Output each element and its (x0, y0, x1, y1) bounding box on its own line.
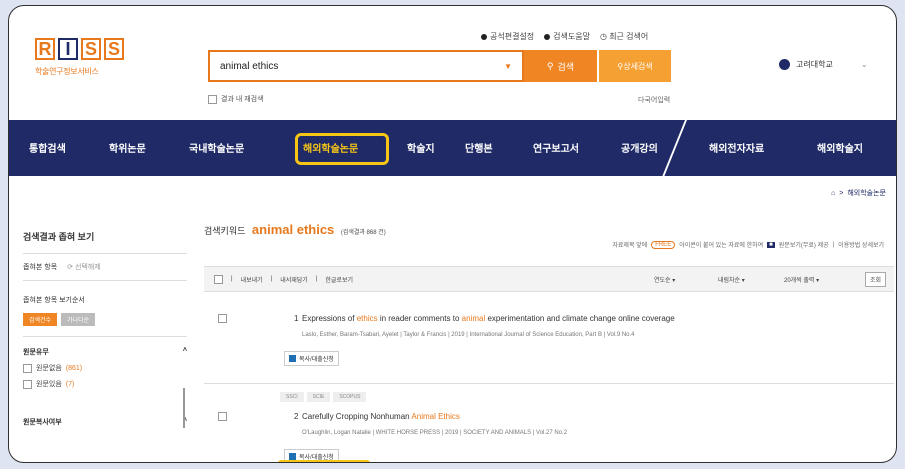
breadcrumb-current[interactable]: 해외학술논문 (847, 188, 886, 198)
nav-divider (661, 120, 687, 178)
apply-button[interactable]: 조회 (864, 272, 886, 287)
nav-item[interactable]: 통합검색 (29, 140, 66, 155)
keyword-term: animal ethics (251, 222, 335, 237)
top-link[interactable]: 공석편결설정 (481, 31, 534, 42)
reset-button[interactable]: ⟳ 선택해제 (67, 262, 101, 272)
nav-item[interactable]: 국내학술논문 (189, 140, 244, 155)
request-icon (289, 453, 296, 460)
screenshot-frame: R I S S 학술연구정보서비스 공석편결설정 검색도움말 ◷ 최근 검색어 … (8, 5, 897, 463)
result-in-checkbox[interactable] (208, 94, 217, 104)
results-toolbar: | 내보내기 | 내서재담기 | 한글로보기 연도순 ▾ 내림차순 ▾ 20개씩… (204, 266, 894, 292)
facet-scrollbar[interactable] (183, 388, 185, 428)
result-count: (검색결과 868 건) (340, 230, 386, 236)
page-size-select[interactable]: 20개씩 출력 ▾ (784, 275, 819, 284)
search-input[interactable]: animal ethics ▼ (208, 50, 524, 82)
keyword-line: 검색키워드 animal ethics (검색결과 868 건) (204, 222, 386, 237)
select-all-checkbox[interactable] (214, 274, 223, 284)
korean-view-button[interactable]: 한글로보기 (325, 275, 353, 284)
facet-option[interactable]: 원문있음 (7) (23, 379, 187, 389)
facet-checkbox[interactable] (23, 363, 32, 373)
highlight-box (295, 133, 389, 165)
nav-item[interactable]: 연구보고서 (533, 140, 579, 155)
help-icon (544, 34, 551, 40)
sidebar: 검색결과 좁혀 보기 좁혀본 항목 ⟳ 선택해제 좁혀본 항목 보기순서 검색건… (23, 218, 187, 428)
sort-select[interactable]: 연도순 ▾ (654, 275, 675, 284)
breadcrumb-separator-icon: > (839, 189, 844, 197)
result-meta: O'Laughlin, Logan Natalie | WHITE HORSE … (302, 430, 568, 436)
logo-letter: R (35, 38, 55, 60)
order-option[interactable]: 가나다순 (61, 313, 96, 326)
index-tags: SSCI SCIE SCOPUS (280, 392, 367, 402)
order-option-active[interactable]: 검색건수 (23, 313, 58, 326)
result-title[interactable]: Expressions of ethics in reader comments… (302, 314, 675, 323)
user-menu[interactable]: 고려대학교 ⌄ (779, 59, 868, 70)
facet-fulltext: 원문유무 ˄ 원문없음 (861) 원문있음 (7) (23, 347, 187, 389)
result-checkbox[interactable] (218, 412, 227, 421)
result-meta: Laslo, Esther, Baram-Tsabari, Ayelet | T… (302, 332, 635, 338)
notice-line: 자료제목 앞에 FREE 아이콘이 붙어 있는 자료에 한하여 ■ 원문보기(무… (612, 240, 884, 249)
highlight-box (278, 460, 370, 462)
settings-icon (481, 34, 487, 40)
order-label: 좁혀본 항목 보기순서 (23, 297, 85, 304)
result-in-search[interactable]: 결과 내 재검색 (208, 94, 264, 104)
chevron-down-icon: ⌄ (860, 60, 868, 69)
copy-request-button[interactable]: 복사/대출신청 (284, 351, 339, 366)
nav-item[interactable]: 학술지 (407, 140, 435, 155)
riss-logo[interactable]: R I S S 학술연구정보서비스 (35, 38, 135, 77)
home-icon[interactable]: ⌂ (831, 190, 835, 197)
search-value: animal ethics (220, 60, 279, 72)
logo-subtitle: 학술연구정보서비스 (35, 67, 99, 76)
search-button[interactable]: ⚲ 검색 (524, 50, 597, 82)
guide-link[interactable]: 이용방법 상세보기 (838, 240, 884, 249)
user-icon (779, 59, 790, 70)
detail-search-button[interactable]: ⚲ 상세검색 (599, 50, 671, 82)
request-icon (289, 355, 296, 362)
clock-icon: ◷ (599, 32, 610, 41)
top-link[interactable]: ◷ 최근 검색어 (600, 31, 648, 42)
main-nav: 통합검색 학위논문 국내학술논문 해외학술논문 학술지 단행본 연구보고서 공개… (9, 120, 896, 178)
breadcrumb: ⌂ > 해외학술논문 (831, 188, 886, 198)
nav-item[interactable]: 공개강의 (621, 140, 658, 155)
tag: SCOPUS (333, 392, 367, 402)
order-select[interactable]: 내림차순 ▾ (718, 275, 745, 284)
search-icon: ⚲ (546, 60, 554, 71)
open-icon: ■ (767, 241, 775, 248)
divider (204, 383, 894, 384)
result-number: 1 (294, 314, 299, 323)
collapse-icon: ˄ (182, 347, 187, 354)
dropdown-arrow-icon[interactable]: ▼ (504, 62, 512, 71)
top-links: 공석편결설정 검색도움말 ◷ 최근 검색어 (481, 31, 648, 42)
logo-letter: S (104, 38, 124, 60)
narrow-row: 좁혀본 항목 ⟳ 선택해제 (23, 254, 187, 281)
nav-item[interactable]: 해외전자자료 (709, 140, 764, 155)
order-options: 검색건수 가나다순 (23, 313, 187, 337)
nav-item[interactable]: 해외학술지 (817, 140, 863, 155)
result-number: 2 (294, 412, 299, 421)
facet-header[interactable]: 원문복사여부˄ (23, 417, 187, 427)
top-link[interactable]: 검색도움말 (544, 31, 590, 42)
results-panel: 검색키워드 animal ethics (검색결과 868 건) 자료제목 앞에… (204, 218, 894, 462)
tag: SCIE (306, 392, 331, 402)
facet-option[interactable]: 원문없음 (861) (23, 363, 187, 373)
sidebar-title: 검색결과 좁혀 보기 (23, 230, 187, 254)
result-checkbox[interactable] (218, 314, 227, 323)
facet-copy: 원문복사여부˄ (23, 417, 187, 427)
nav-item[interactable]: 단행본 (465, 140, 493, 155)
facet-header[interactable]: 원문유무 ˄ (23, 347, 187, 357)
logo-letter: I (58, 38, 78, 60)
facet-checkbox[interactable] (23, 379, 32, 389)
free-icon: FREE (651, 240, 676, 249)
tag: SSCI (280, 392, 304, 402)
export-button[interactable]: 내보내기 (241, 275, 263, 284)
save-library-button[interactable]: 내서재담기 (280, 275, 308, 284)
nav-item[interactable]: 학위논문 (109, 140, 146, 155)
result-title[interactable]: Carefully Cropping Nonhuman Animal Ethic… (302, 412, 460, 421)
multilang-link[interactable]: 다국어입력 (638, 95, 670, 105)
logo-letter: S (81, 38, 101, 60)
